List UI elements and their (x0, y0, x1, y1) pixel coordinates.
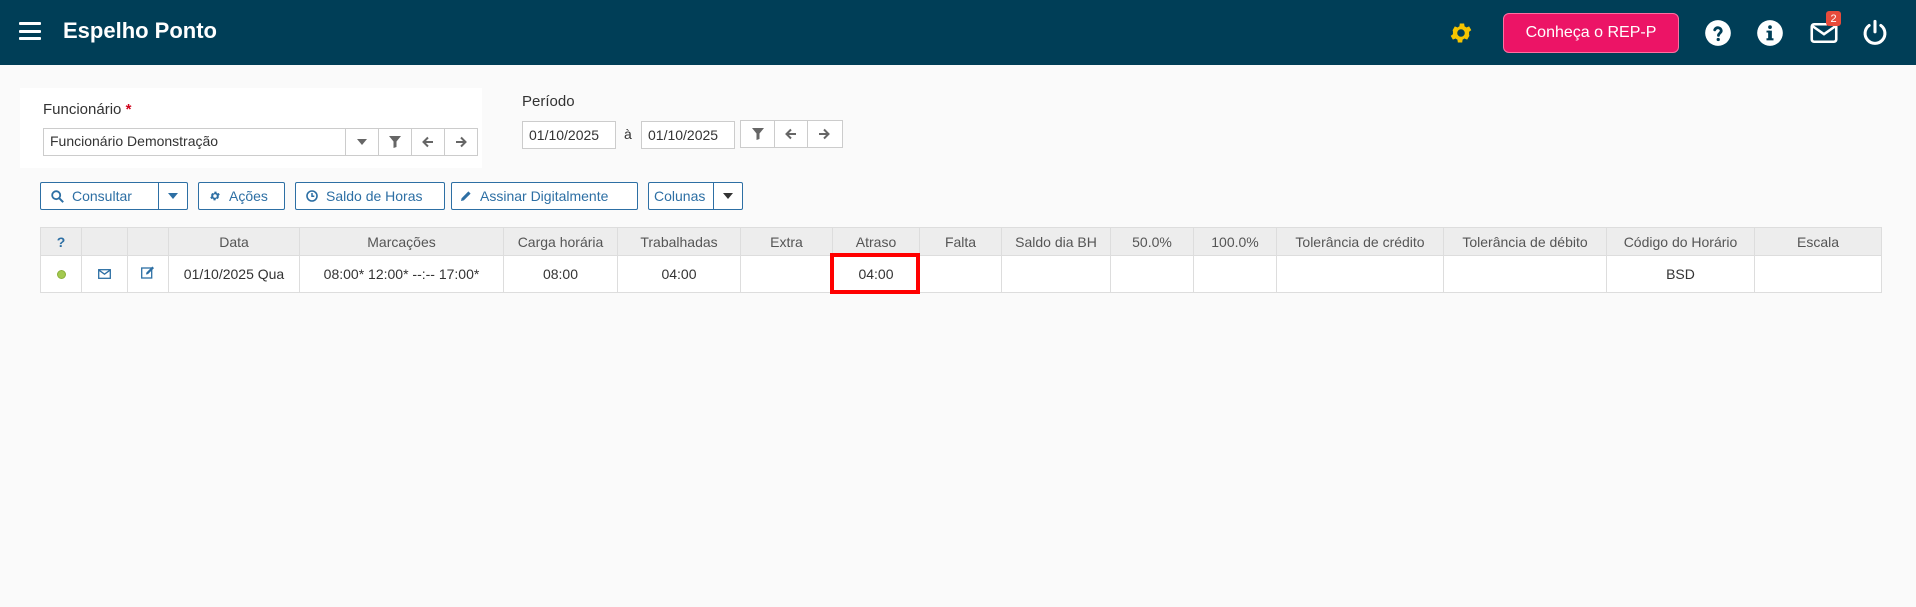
cell-carga[interactable]: 08:00 (503, 255, 618, 293)
cell-saldo-bh[interactable] (1001, 255, 1111, 293)
funcionario-value[interactable]: Funcionário Demonstração (44, 129, 345, 155)
filter-icon (751, 128, 764, 140)
col-header-carga[interactable]: Carga horária (503, 227, 618, 256)
colunas-button[interactable]: Colunas (648, 182, 743, 210)
periodo-next-button[interactable] (807, 121, 840, 147)
cell-100[interactable] (1193, 255, 1277, 293)
col-header-atraso[interactable]: Atraso (832, 227, 920, 256)
cell-trabalhadas[interactable]: 04:00 (617, 255, 741, 293)
search-icon (51, 189, 64, 203)
cell-marcacoes[interactable]: 08:00* 12:00* --:-- 17:00* (299, 255, 504, 293)
rep-p-button[interactable]: Conheça o REP-P (1503, 13, 1679, 53)
help-icon[interactable] (1704, 19, 1732, 47)
page-title: Espelho Ponto (63, 18, 217, 43)
cog-icon (209, 190, 221, 202)
periodo-prev-button[interactable] (774, 121, 807, 147)
col-header-marcacoes[interactable]: Marcações (299, 227, 504, 256)
mail-column-header (81, 227, 128, 256)
funcionario-label-text: Funcionário (43, 101, 122, 118)
col-header-data[interactable]: Data (168, 227, 300, 256)
help-column-header[interactable]: ? (40, 227, 82, 256)
col-header-tol-debito[interactable]: Tolerância de débito (1443, 227, 1607, 256)
pencil-icon (460, 190, 472, 202)
col-header-extra[interactable]: Extra (740, 227, 833, 256)
cell-50[interactable] (1110, 255, 1194, 293)
periodo-buttons (740, 120, 843, 148)
power-icon[interactable] (1861, 19, 1889, 47)
col-header-50[interactable]: 50.0% (1110, 227, 1194, 256)
arrow-right-icon (456, 136, 467, 148)
assinar-label: Assinar Digitalmente (480, 188, 609, 204)
cell-atraso[interactable]: 04:00 (832, 255, 920, 293)
caret-down-icon (168, 193, 178, 199)
date-to-input[interactable] (641, 121, 735, 149)
col-header-escala[interactable]: Escala (1754, 227, 1882, 256)
col-header-saldo-bh[interactable]: Saldo dia BH (1001, 227, 1111, 256)
col-header-falta[interactable]: Falta (919, 227, 1002, 256)
espelho-table: ? Data Marcações Carga horária Trabalhad… (40, 227, 1882, 293)
consultar-label: Consultar (72, 188, 132, 204)
cell-escala[interactable] (1754, 255, 1882, 293)
mail-badge: 2 (1826, 11, 1841, 26)
cell-extra[interactable] (740, 255, 833, 293)
caret-down-icon (357, 139, 367, 145)
cell-codigo[interactable]: BSD (1606, 255, 1755, 293)
cell-tol-debito[interactable] (1443, 255, 1607, 293)
consultar-button[interactable]: Consultar (40, 182, 188, 210)
col-header-codigo[interactable]: Código do Horário (1606, 227, 1755, 256)
cell-tol-credito[interactable] (1276, 255, 1444, 293)
consultar-dropdown-button[interactable] (158, 183, 187, 209)
required-mark: * (125, 101, 132, 118)
funcionario-panel: Funcionário * Funcionário Demonstração (20, 88, 482, 168)
assinar-digitalmente-button[interactable]: Assinar Digitalmente (451, 182, 638, 210)
funcionario-dropdown-button[interactable] (345, 129, 378, 155)
clock-icon (306, 190, 318, 202)
edit-cell[interactable] (127, 255, 169, 293)
funcionario-label: Funcionário * (43, 101, 131, 118)
periodo-label: Período (522, 93, 575, 110)
acoes-button[interactable]: Ações (198, 182, 285, 210)
col-header-tol-credito[interactable]: Tolerância de crédito (1276, 227, 1444, 256)
funcionario-next-button[interactable] (444, 129, 477, 155)
date-from-input[interactable] (522, 121, 616, 149)
edit-column-header (127, 227, 169, 256)
date-separator: à (624, 126, 632, 142)
col-header-trabalhadas[interactable]: Trabalhadas (617, 227, 741, 256)
arrow-right-icon (819, 128, 830, 140)
cell-falta[interactable] (919, 255, 1002, 293)
saldo-horas-label: Saldo de Horas (326, 188, 423, 204)
funcionario-prev-button[interactable] (411, 129, 444, 155)
status-cell (40, 255, 82, 293)
col-header-100[interactable]: 100.0% (1193, 227, 1277, 256)
cell-data[interactable]: 01/10/2025 Qua (168, 255, 300, 293)
arrow-left-icon (422, 136, 433, 148)
arrow-left-icon (785, 128, 796, 140)
envelope-icon[interactable] (98, 269, 111, 279)
funcionario-select[interactable]: Funcionário Demonstração (43, 128, 478, 156)
colunas-dropdown-button[interactable] (713, 183, 742, 209)
mail-cell[interactable] (81, 255, 128, 293)
saldo-horas-button[interactable]: Saldo de Horas (295, 182, 445, 210)
status-dot-icon (56, 270, 66, 279)
info-icon[interactable] (1756, 19, 1784, 47)
acoes-label: Ações (229, 188, 268, 204)
colunas-label: Colunas (654, 188, 706, 204)
table-row[interactable]: 01/10/2025 Qua 08:00* 12:00* --:-- 17:00… (40, 255, 1882, 293)
periodo-filter-button[interactable] (741, 121, 774, 147)
edit-icon[interactable] (141, 266, 155, 279)
table-header-row: ? Data Marcações Carga horária Trabalhad… (40, 227, 1882, 256)
top-bar: Espelho Ponto Conheça o REP-P 2 (0, 0, 1916, 65)
caret-down-icon (723, 193, 733, 199)
menu-icon[interactable] (19, 22, 41, 40)
funcionario-filter-button[interactable] (378, 129, 411, 155)
gear-icon[interactable] (1448, 20, 1474, 46)
filter-icon (389, 136, 401, 148)
